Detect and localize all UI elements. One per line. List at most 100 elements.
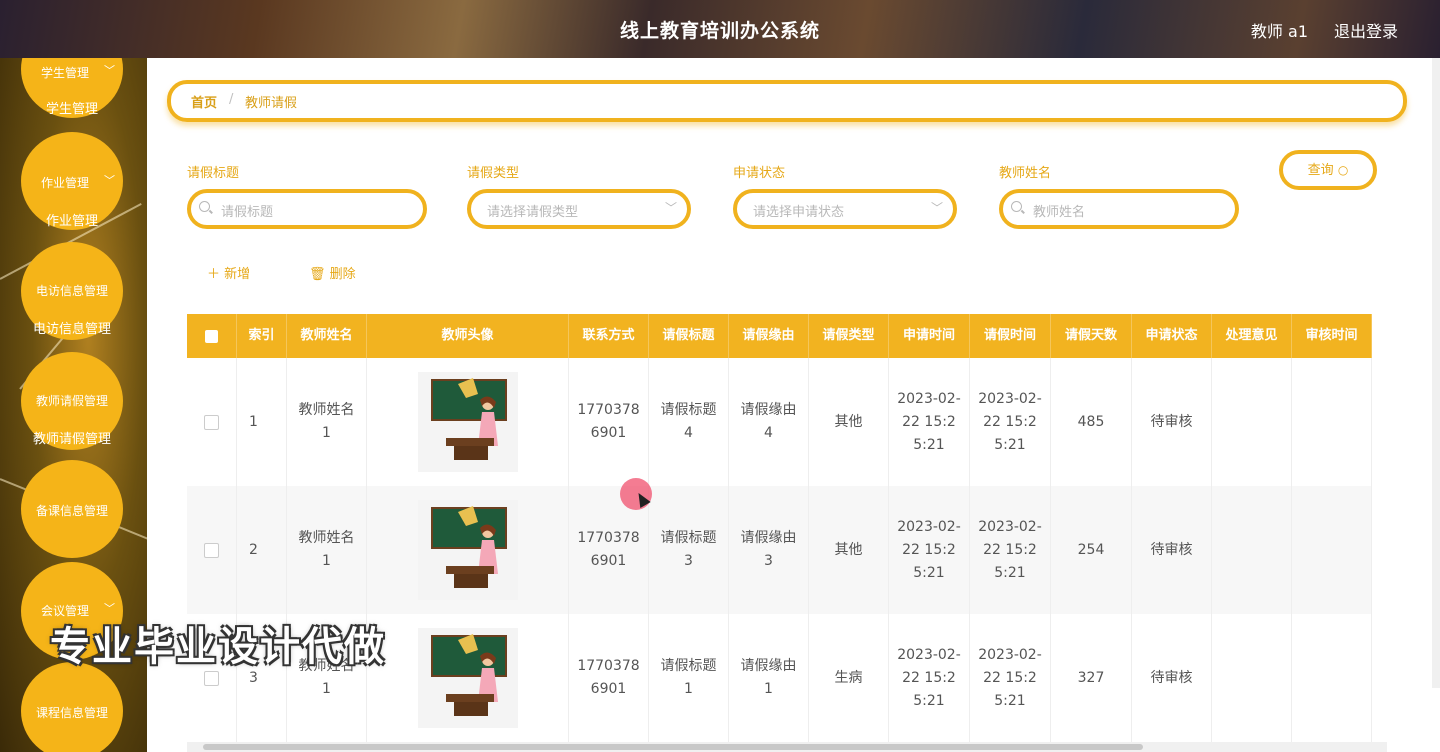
column-header: 教师姓名 bbox=[287, 314, 367, 358]
add-button[interactable]: ＋ 新增 bbox=[207, 263, 250, 282]
column-header: 索引 bbox=[237, 314, 287, 358]
teacher-at-blackboard-icon bbox=[430, 634, 507, 716]
filter-status-label: 申请状态 bbox=[733, 166, 786, 181]
query-button[interactable]: 查询 ○ bbox=[1279, 150, 1377, 190]
row-checkbox[interactable] bbox=[204, 414, 219, 430]
avatar-cell bbox=[367, 486, 569, 614]
select-all-checkbox[interactable] bbox=[187, 314, 237, 358]
scrollbar-thumb[interactable] bbox=[203, 744, 1143, 750]
row-checkbox-cell[interactable] bbox=[187, 358, 237, 486]
cell-status: 待审核 bbox=[1132, 486, 1212, 614]
cell-review-time bbox=[1292, 486, 1372, 614]
cell-name: 教师姓名1 bbox=[287, 486, 367, 614]
column-header: 申请时间 bbox=[889, 314, 970, 358]
checkbox-icon bbox=[205, 329, 218, 343]
menu-label: 课程信息管理 bbox=[35, 706, 108, 720]
cell-phone: 17703786901 bbox=[569, 358, 649, 486]
add-label: 新增 bbox=[224, 267, 251, 282]
column-header: 申请状态 bbox=[1132, 314, 1212, 358]
cell-days: 254 bbox=[1051, 486, 1132, 614]
vertical-scrollbar[interactable] bbox=[1432, 58, 1440, 688]
plus-icon: ＋ bbox=[207, 267, 221, 282]
column-header: 请假天数 bbox=[1051, 314, 1132, 358]
avatar-cell bbox=[367, 614, 569, 742]
cell-reason: 请假缘由1 bbox=[729, 614, 809, 742]
chevron-down-icon: ﹀ bbox=[104, 64, 115, 77]
cell-days: 485 bbox=[1051, 358, 1132, 486]
breadcrumb-current: 教师请假 bbox=[245, 96, 298, 111]
submenu-item[interactable]: 电访信息管理 bbox=[21, 318, 123, 337]
cell-reason: 请假缘由3 bbox=[729, 486, 809, 614]
cell-leave-time: 2023-02-22 15:25:21 bbox=[970, 358, 1051, 486]
cell-opinion bbox=[1212, 358, 1292, 486]
menu-label: 教师请假管理 bbox=[35, 394, 108, 408]
filter-type-select[interactable]: 请选择请假类型 ﹀ bbox=[467, 189, 691, 229]
menu-phone-visit[interactable]: 电访信息管理 电访信息管理 bbox=[21, 242, 123, 340]
logout-link[interactable]: 退出登录 bbox=[1334, 18, 1398, 42]
app-title: 线上教育培训办公系统 bbox=[619, 20, 820, 42]
cell-reason: 请假缘由4 bbox=[729, 358, 809, 486]
trash-icon: 🗑 bbox=[309, 267, 326, 282]
breadcrumb-separator: / bbox=[229, 92, 234, 107]
cell-leave-time: 2023-02-22 15:25:21 bbox=[970, 486, 1051, 614]
submenu-item[interactable]: 教师请假管理 bbox=[21, 428, 123, 447]
cell-review-time bbox=[1292, 614, 1372, 742]
cell-apply-time: 2023-02-22 15:25:21 bbox=[889, 614, 970, 742]
placeholder: 请选择请假类型 bbox=[487, 205, 579, 220]
teacher-at-blackboard-icon bbox=[430, 378, 507, 460]
column-header: 审核时间 bbox=[1292, 314, 1372, 358]
breadcrumb-home[interactable]: 首页 bbox=[191, 92, 217, 111]
table-header: 索引 教师姓名 教师头像 联系方式 请假标题 请假缘由 请假类型 申请时间 请假时间 请假天数 申请… bbox=[187, 314, 1372, 358]
cell-title: 请假标题3 bbox=[649, 486, 729, 614]
cell-type: 其他 bbox=[809, 358, 889, 486]
menu-label: 备课信息管理 bbox=[35, 504, 108, 518]
cell-name: 教师姓名1 bbox=[287, 358, 367, 486]
horizontal-scrollbar[interactable] bbox=[187, 742, 1387, 752]
search-icon bbox=[1011, 201, 1022, 212]
cell-days: 327 bbox=[1051, 614, 1132, 742]
leave-table: 索引 教师姓名 教师头像 联系方式 请假标题 请假缘由 请假类型 申请时间 请假时间 请假天数 申请… bbox=[187, 314, 1387, 752]
filter-teacher-label: 教师姓名 bbox=[999, 166, 1052, 181]
menu-homework[interactable]: 作业管理 ﹀ 作业管理 bbox=[21, 132, 123, 230]
cell-apply-time: 2023-02-22 15:25:21 bbox=[889, 486, 970, 614]
cell-phone: 17703786901 bbox=[569, 614, 649, 742]
column-header: 联系方式 bbox=[569, 314, 649, 358]
filter-status-select[interactable]: 请选择申请状态 ﹀ bbox=[733, 189, 957, 229]
cell-title: 请假标题1 bbox=[649, 614, 729, 742]
table-row[interactable]: 1 教师姓名1 17703786901 请假标题4 请假缘由4 其他 2023-02-22 … bbox=[187, 358, 1372, 487]
delete-label: 删除 bbox=[329, 267, 356, 282]
teacher-avatar bbox=[417, 628, 518, 728]
avatar-cell bbox=[367, 358, 569, 486]
cell-status: 待审核 bbox=[1132, 614, 1212, 742]
filter-teacher-input[interactable]: 教师姓名 bbox=[999, 189, 1239, 229]
chevron-down-icon: ﹀ bbox=[104, 174, 115, 187]
filter-type-label: 请假类型 bbox=[467, 166, 520, 181]
row-checkbox[interactable] bbox=[204, 542, 219, 558]
menu-lesson-prep[interactable]: 备课信息管理 bbox=[21, 460, 123, 558]
row-checkbox-cell[interactable] bbox=[187, 486, 237, 614]
cell-index: 2 bbox=[237, 486, 287, 614]
filter-title-input[interactable]: 请假标题 bbox=[187, 189, 427, 229]
chevron-down-icon: ﹀ bbox=[930, 201, 943, 215]
column-header: 请假时间 bbox=[970, 314, 1051, 358]
teacher-at-blackboard-icon bbox=[430, 506, 507, 588]
menu-student[interactable]: 学生管理 ﹀ 学生管理 bbox=[21, 58, 123, 118]
table-row[interactable]: 2 教师姓名1 17703786901 请假标题3 请假缘由3 其他 2023-02-22 … bbox=[187, 486, 1372, 615]
submenu-item[interactable]: 学生管理 bbox=[21, 98, 123, 117]
menu-course[interactable]: 课程信息管理 bbox=[21, 662, 123, 752]
watermark-text: 专业毕业设计代做 bbox=[50, 624, 386, 670]
cell-opinion bbox=[1212, 614, 1292, 742]
menu-teacher-leave[interactable]: 教师请假管理 教师请假管理 bbox=[21, 352, 123, 450]
menu-label: 学生管理 bbox=[41, 66, 90, 80]
column-header: 教师头像 bbox=[367, 314, 569, 358]
cell-type: 其他 bbox=[809, 486, 889, 614]
cell-opinion bbox=[1212, 486, 1292, 614]
row-checkbox[interactable] bbox=[204, 670, 219, 686]
query-label: 查询 bbox=[1307, 163, 1334, 178]
placeholder: 教师姓名 bbox=[1033, 205, 1086, 220]
mouse-cursor-indicator bbox=[620, 478, 652, 510]
submenu-item[interactable]: 作业管理 bbox=[21, 210, 123, 229]
cell-apply-time: 2023-02-22 15:25:21 bbox=[889, 358, 970, 486]
delete-button[interactable]: 🗑 删除 bbox=[309, 263, 356, 282]
cell-type: 生病 bbox=[809, 614, 889, 742]
